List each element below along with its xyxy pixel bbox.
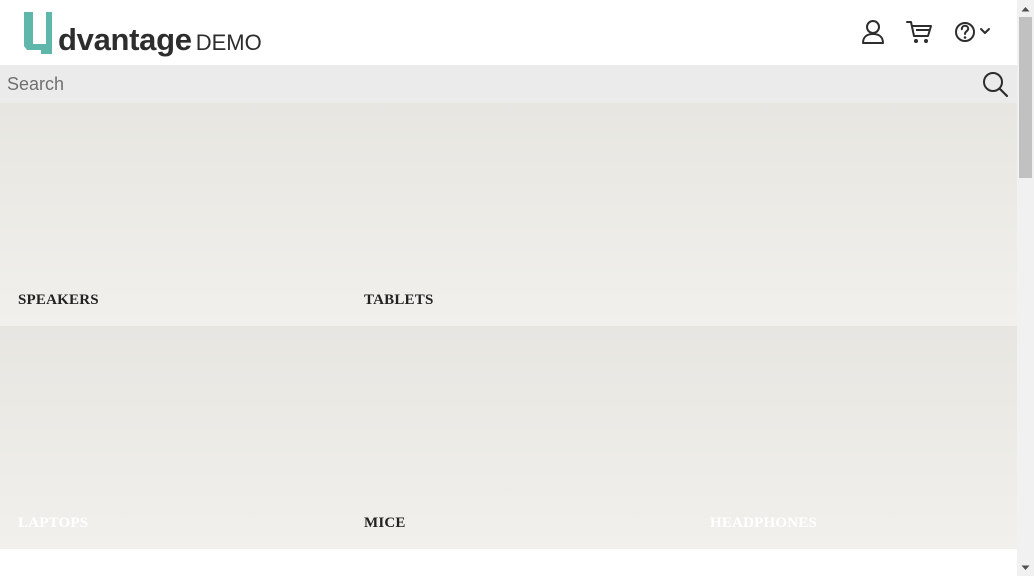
- scroll-down-button[interactable]: [1017, 559, 1034, 576]
- scroll-thumb[interactable]: [1019, 17, 1032, 178]
- search-bar: [0, 65, 1017, 103]
- logo[interactable]: dvantage DEMO: [22, 10, 262, 56]
- chevron-down-icon: [980, 28, 990, 34]
- category-tile-mice[interactable]: MICE: [346, 326, 692, 549]
- logo-mark-icon: [24, 12, 52, 54]
- category-label-tablets: TABLETS: [364, 292, 434, 308]
- logo-wordmark: dvantage: [58, 22, 192, 57]
- scroll-up-button[interactable]: [1017, 0, 1034, 17]
- search-input[interactable]: [0, 65, 960, 103]
- category-tile-headphones[interactable]: HEADPHONES: [692, 326, 1017, 549]
- category-label-headphones: HEADPHONES: [710, 515, 818, 531]
- site-header: dvantage DEMO: [0, 0, 1017, 65]
- user-icon[interactable]: [859, 18, 887, 46]
- category-row-1: SPEAKERS TABLETS: [0, 103, 1017, 326]
- category-label-mice: MICE: [364, 515, 406, 531]
- search-icon[interactable]: [982, 71, 1009, 98]
- logo-suffix: DEMO: [195, 30, 262, 55]
- category-tile-speakers[interactable]: SPEAKERS: [0, 103, 346, 326]
- caret-down-icon: [1021, 565, 1030, 570]
- category-label-laptops: LAPTOPS: [18, 515, 89, 531]
- help-icon[interactable]: [951, 18, 995, 46]
- caret-up-icon: [1021, 6, 1030, 11]
- vertical-scrollbar[interactable]: [1017, 0, 1034, 576]
- category-label-speakers: SPEAKERS: [18, 292, 99, 308]
- category-tile-laptops[interactable]: LAPTOPS: [0, 326, 346, 549]
- page-viewport: dvantage DEMO SPEAKERS: [0, 0, 1017, 576]
- cart-icon[interactable]: [905, 18, 933, 46]
- category-row-2: LAPTOPS MICE HEADPHONES: [0, 326, 1017, 549]
- category-tile-tablets[interactable]: TABLETS: [346, 103, 1017, 326]
